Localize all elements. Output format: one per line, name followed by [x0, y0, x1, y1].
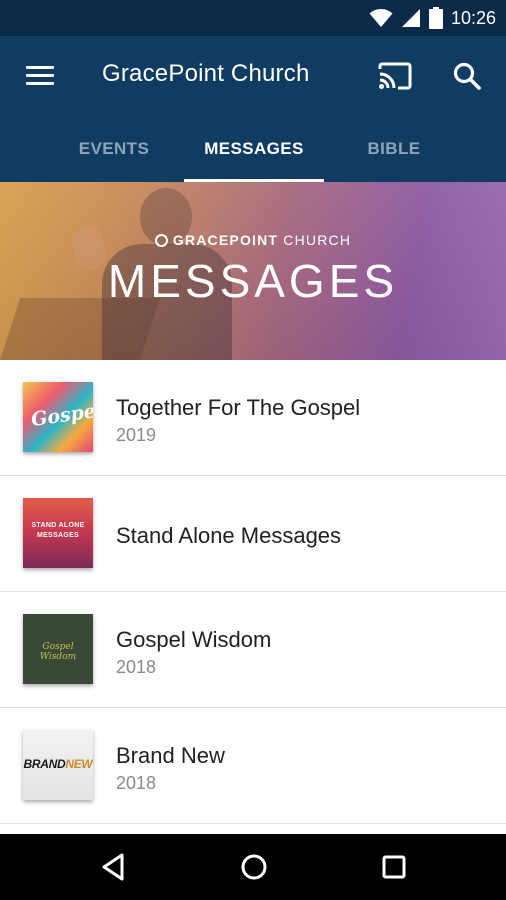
list-item[interactable]: BRANDNEW Brand New 2018 — [0, 708, 506, 824]
system-nav-bar — [0, 834, 506, 900]
search-icon[interactable] — [453, 62, 481, 90]
thumbnail-text: STAND ALONE MESSAGES — [31, 522, 85, 539]
series-thumbnail: BRANDNEW — [23, 730, 93, 800]
list-item[interactable]: Gospel Together For The Gospel 2019 — [0, 360, 506, 476]
app-title: GracePoint Church — [102, 60, 310, 87]
messages-banner: GRACEPOINT CHURCH MESSAGES — [0, 182, 506, 360]
thumbnail-text: Gospel — [29, 399, 93, 431]
list-item[interactable]: Gospel Wisdom Gospel Wisdom 2018 — [0, 592, 506, 708]
status-time: 10:26 — [450, 7, 496, 28]
back-icon[interactable] — [98, 851, 130, 883]
series-title: Together For The Gospel — [116, 395, 361, 420]
messages-list: Gospel Together For The Gospel 2019 STAN… — [0, 360, 506, 824]
series-title: Stand Alone Messages — [116, 523, 342, 548]
status-bar: 10:26 — [0, 0, 506, 36]
series-year: 2018 — [116, 773, 157, 793]
app-bar: GracePoint Church — [0, 36, 506, 116]
banner-brand-bold: GRACEPOINT — [172, 232, 279, 248]
thumbnail-text: Gospel Wisdom — [39, 642, 77, 662]
home-icon[interactable] — [238, 851, 270, 883]
menu-icon[interactable] — [26, 66, 54, 86]
series-title: Gospel Wisdom — [116, 627, 272, 652]
banner-brand: GRACEPOINT CHURCH — [0, 232, 506, 248]
series-thumbnail: Gospel Wisdom — [23, 614, 93, 684]
banner-brand-light: CHURCH — [283, 232, 352, 248]
series-year: 2019 — [116, 425, 157, 445]
battery-icon — [428, 7, 443, 29]
cast-icon[interactable] — [378, 62, 412, 90]
tab-label: EVENTS — [78, 139, 150, 158]
tab-label: MESSAGES — [204, 139, 304, 158]
gracepoint-logo-icon — [154, 234, 168, 247]
series-year: 2018 — [116, 657, 157, 677]
tab-messages[interactable]: MESSAGES — [184, 116, 324, 182]
series-thumbnail: STAND ALONE MESSAGES — [23, 498, 93, 568]
recents-icon[interactable] — [378, 851, 410, 883]
tab-label: BIBLE — [367, 139, 421, 158]
wifi-icon — [369, 9, 393, 27]
series-title: Brand New — [116, 743, 225, 768]
tab-events[interactable]: EVENTS — [44, 116, 184, 182]
thumbnail-text: BRANDNEW — [23, 757, 93, 771]
status-icons: 10:26 — [369, 7, 496, 29]
banner-headline: MESSAGES — [107, 255, 399, 307]
series-thumbnail: Gospel — [23, 382, 93, 452]
tab-bar: EVENTS MESSAGES BIBLE — [0, 116, 506, 182]
tab-bible[interactable]: BIBLE — [324, 116, 464, 182]
signal-icon — [401, 9, 420, 27]
list-item[interactable]: STAND ALONE MESSAGES Stand Alone Messages — [0, 476, 506, 592]
